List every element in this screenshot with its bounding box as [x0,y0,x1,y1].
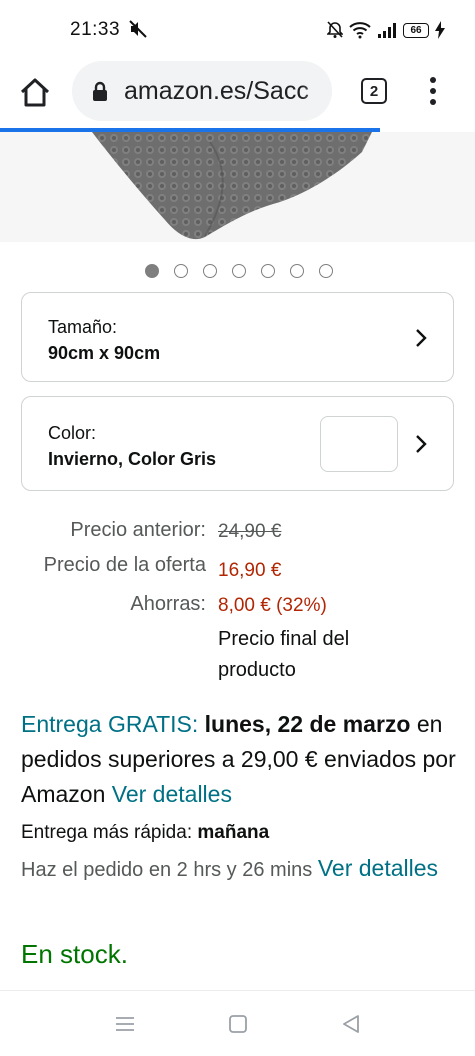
url-text: amazon.es/Sacc [124,77,309,105]
chevron-right-icon [416,329,427,347]
carousel-dot[interactable] [145,264,159,278]
fastest-delivery: Entrega más rápida: mañana [21,822,269,844]
carousel-dot[interactable] [174,264,188,278]
carousel-dot[interactable] [319,264,333,278]
order-countdown-text: Haz el pedido en 2 hrs y 26 mins [21,859,313,881]
chevron-right-icon [416,435,427,453]
signal-icon [378,23,396,38]
home-nav-icon[interactable] [227,1013,249,1035]
savings-value: 8,00 € (32%) [218,595,327,616]
carousel-dot[interactable] [290,264,304,278]
browser-toolbar: amazon.es/Sacc 2 [0,58,475,128]
home-icon[interactable] [18,76,52,110]
carousel-dot[interactable] [261,264,275,278]
final-price-note: Precio final del producto [218,628,350,681]
recents-menu-icon[interactable] [114,1013,136,1035]
product-image[interactable] [0,132,475,242]
bell-off-icon [327,21,343,38]
charging-icon [435,21,445,39]
back-nav-icon[interactable] [340,1013,362,1035]
savings-label: Ahorras: [130,593,206,615]
size-label: Tamaño: [48,317,118,337]
status-time: 21:33 [70,19,121,40]
stock-status: En stock. [21,939,128,969]
free-delivery-label: Entrega GRATIS: [21,711,199,737]
carousel-dot[interactable] [203,264,217,278]
order-countdown: Haz el pedido en 2 hrs y 26 mins Ver det… [21,851,451,887]
status-bar: 21:33 66 [0,0,475,58]
color-label: Color: [48,423,97,443]
offer-price-value: 16,90 € [218,560,282,581]
color-value: Invierno, Color Gris [48,449,217,469]
size-value: 90cm x 90cm [48,343,161,363]
system-nav-bar [0,990,475,1056]
url-bar[interactable]: amazon.es/Sacc [72,61,332,121]
blanket-image [92,132,372,240]
delivery-details-link[interactable]: Ver detalles [112,781,232,807]
status-icons: 66 [327,19,445,41]
offer-price-label: Precio de la oferta [43,554,206,576]
lock-icon [93,81,107,101]
size-selector[interactable]: Tamaño: 90cm x 90cm [21,292,454,382]
fastest-delivery-when: mañana [197,822,270,843]
color-swatch[interactable] [320,416,398,472]
previous-price-label: Precio anterior: [70,519,206,541]
overflow-menu-icon[interactable] [423,75,443,107]
previous-price-value: 24,90 € [218,521,282,542]
color-selector[interactable]: Color: Invierno, Color Gris [21,396,454,491]
carousel-dot[interactable] [232,264,246,278]
tab-switcher-button[interactable]: 2 [361,78,387,104]
fastest-delivery-label: Entrega más rápida: [21,822,193,843]
image-carousel-dots [145,264,333,278]
mute-icon [129,20,147,38]
wifi-icon [349,22,371,39]
delivery-date: lunes, 22 de marzo [204,711,411,737]
battery-icon: 66 [403,22,429,38]
fastest-delivery-details-link[interactable]: Ver detalles [318,855,438,881]
url-fade [302,61,332,121]
delivery-info: Entrega GRATIS: lunes, 22 de marzo en pe… [21,707,461,812]
